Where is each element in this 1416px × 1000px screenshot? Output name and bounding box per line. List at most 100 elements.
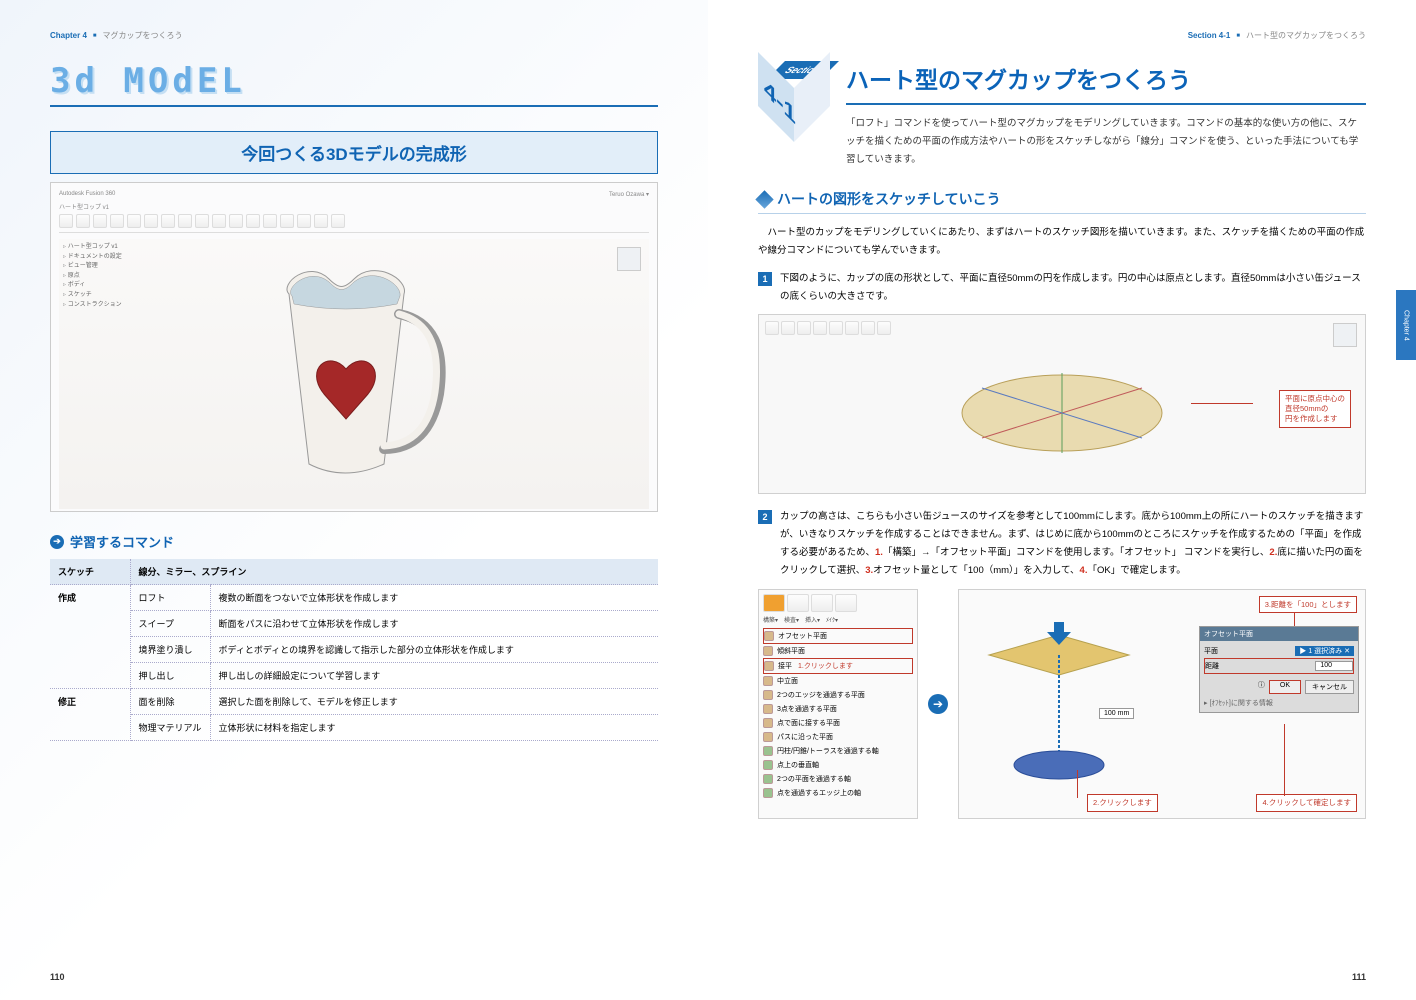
menu-tab-label: 検査▾: [784, 615, 799, 624]
figure-1-callout: 平面に原点中心の 直径50mmの 円を作成します: [1279, 390, 1351, 427]
toolbar-icon: [76, 214, 90, 228]
cmd-extrude-desc: 押し出しの詳細設定について学習します: [210, 663, 658, 689]
toolbar-icon: [212, 214, 226, 228]
toolbar-icon: [877, 321, 891, 335]
axis-icon: [763, 774, 773, 784]
model-title-box: 今回つくる3Dモデルの完成形: [50, 131, 658, 174]
browser-item: ビュー管理: [63, 262, 122, 272]
callout-distance: 3.距離を「100」とします: [1259, 596, 1357, 614]
left-page-header: Chapter 4 ■ マグカップをつくろう: [50, 30, 658, 41]
section-label: Section 4-1: [1188, 31, 1231, 40]
cmd-material: 物理マテリアル: [130, 715, 210, 741]
plane-icon: [764, 661, 774, 671]
commands-heading-text: 学習するコマンド: [70, 532, 174, 551]
ok-button: OK: [1269, 680, 1301, 694]
toolbar-icon: [797, 321, 811, 335]
axis-icon: [763, 788, 773, 798]
step-2-text: カップの高さは、こちらも小さい缶ジュースのサイズを参考として100mmにします。…: [780, 508, 1366, 580]
commands-heading: ➔ 学習するコマンド: [50, 532, 658, 551]
app-canvas: ハート型コップ v1 ドキュメントの設定 ビュー管理 原点 ボディ スケッチ コ…: [59, 239, 649, 509]
section-lead: 「ロフト」コマンドを使ってハート型のマグカップをモデリングしていきます。コマンド…: [846, 115, 1366, 169]
viewcube-icon: [617, 247, 641, 271]
cat-create: 作成: [50, 585, 130, 689]
toolbar-icon: [861, 321, 875, 335]
cmd-loft-desc: 複数の断面をつないで立体形状を作成します: [210, 585, 658, 611]
section-subtitle: ハート型のマグカップをつくろう: [1246, 30, 1366, 41]
info-icon: ⓘ: [1258, 680, 1265, 694]
cmd-delface-desc: 選択した面を削除して、モデルを修正します: [210, 689, 658, 715]
tab-insert: [811, 594, 833, 612]
menu-item: 3点を通過する平面: [763, 702, 913, 716]
toolbar-icon: [59, 214, 73, 228]
toolbar-icon: [229, 214, 243, 228]
app-toolbar: [59, 214, 649, 233]
callout-click-4: 4.クリックして確定します: [1256, 794, 1357, 812]
toolbar-icon: [297, 214, 311, 228]
browser-item: ハート型コップ v1: [63, 243, 122, 253]
panel-plane-label: 平面: [1204, 646, 1218, 656]
browser-item: コンストラクション: [63, 301, 122, 311]
flow-arrow-icon: ➔: [928, 694, 948, 714]
toolbar-icon: [93, 214, 107, 228]
header-separator-icon: ■: [1236, 33, 1240, 39]
menu-item: 傾斜平面: [763, 644, 913, 658]
plane-icon: [763, 676, 773, 686]
cat-modify: 修正: [50, 689, 130, 741]
callout-click-2: 2.クリックします: [1087, 794, 1158, 812]
tab-make: [835, 594, 857, 612]
browser-item: スケッチ: [63, 291, 122, 301]
browser-item: 原点: [63, 272, 122, 282]
plane-icon: [763, 690, 773, 700]
toolbar-icon: [263, 214, 277, 228]
commands-table: スケッチ線分、ミラー、スプライン 作成ロフト複数の断面をつないで立体形状を作成し…: [50, 559, 658, 741]
browser-panel: ハート型コップ v1 ドキュメントの設定 ビュー管理 原点 ボディ スケッチ コ…: [63, 243, 122, 310]
cancel-button: キャンセル: [1305, 680, 1354, 694]
axis-icon: [763, 746, 773, 756]
offset-panel: オフセット平面 平面▶ 1 選択済み ✕ 距離100 ⓘ OK キャンセル ▸ …: [1199, 626, 1359, 713]
menu-item: 中立面: [763, 674, 913, 688]
section-badge: Section 4-1 ハート型のマグカップをつくろう 「ロフト」コマンドを使っ…: [758, 61, 1366, 169]
tab-construct: [763, 594, 785, 612]
menu-offset-plane: オフセット平面: [763, 628, 913, 644]
viewcube-icon: [1333, 323, 1357, 347]
menu-item: 2つの平面を通過する軸: [763, 772, 913, 786]
toolbar-icon: [845, 321, 859, 335]
cmd-sweep-desc: 断面をパスに沿わせて立体形状を作成します: [210, 611, 658, 637]
th-sketch: スケッチ: [50, 559, 130, 585]
toolbar-icon: [280, 214, 294, 228]
toolbar-icon: [127, 214, 141, 228]
header-separator-icon: ■: [93, 33, 97, 39]
menu-tab-label: ﾒｲｸ▾: [826, 615, 838, 624]
toolbar-icon: [813, 321, 827, 335]
plane-icon: [764, 631, 774, 641]
toolbar-icon: [144, 214, 158, 228]
subsection-heading: ハートの図形をスケッチしていこう: [758, 189, 1366, 214]
fusion360-screenshot: Autodesk Fusion 360 Teruo Ozawa ▾ ハート型コッ…: [50, 182, 658, 512]
step-2: 2 カップの高さは、こちらも小さい缶ジュースのサイズを参考として100mmにしま…: [758, 508, 1366, 580]
toolbar-icon: [781, 321, 795, 335]
subsection-title: ハートの図形をスケッチしていこう: [777, 189, 1001, 209]
plane-icon: [763, 646, 773, 656]
callout-connector: [1077, 770, 1078, 798]
browser-item: ボディ: [63, 281, 122, 291]
th-sketch-val: 線分、ミラー、スプライン: [130, 559, 658, 585]
plane-icon: [763, 732, 773, 742]
figure-1: 平面に原点中心の 直径50mmの 円を作成します: [758, 314, 1366, 494]
page-number-right: 111: [1352, 972, 1366, 982]
section-cube-icon: Section 4-1: [758, 61, 830, 147]
menu-tangent-plane-callout: 接平1.クリックします: [763, 658, 913, 674]
chapter-logo: 3d MOdEL: [50, 61, 658, 101]
offset-plane-view: 100 mm 3.距離を「100」とします オフセット平面 平面▶ 1 選択済み…: [958, 589, 1366, 819]
figure-2-row: 構築▾ 検査▾ 挿入▾ ﾒｲｸ▾ オフセット平面 傾斜平面 接平1.クリックしま…: [758, 589, 1366, 819]
menu-item: パスに沿った平面: [763, 730, 913, 744]
callout-connector: [1191, 403, 1253, 404]
page-number-left: 110: [50, 972, 65, 982]
toolbar-icon: [161, 214, 175, 228]
cmd-boundary: 境界塗り潰し: [130, 637, 210, 663]
plane-icon: [763, 718, 773, 728]
construct-menu-panel: 構築▾ 検査▾ 挿入▾ ﾒｲｸ▾ オフセット平面 傾斜平面 接平1.クリックしま…: [758, 589, 918, 819]
menu-item: 点を通過するエッジ上の軸: [763, 786, 913, 800]
offset-plane-sketch: [959, 590, 1209, 820]
cmd-extrude: 押し出し: [130, 663, 210, 689]
cmd-sweep: スイープ: [130, 611, 210, 637]
